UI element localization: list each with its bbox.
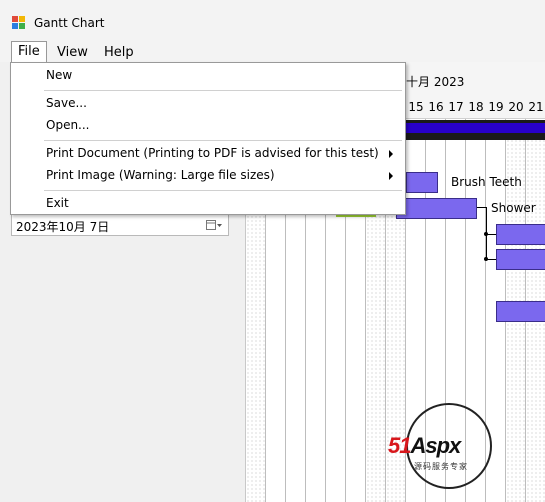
- file-menu-dropdown: New Save... Open... Print Document (Prin…: [10, 62, 406, 215]
- dependency-dot: [484, 232, 488, 236]
- menu-item-print-image[interactable]: Print Image (Warning: Large file sizes): [46, 168, 275, 182]
- menu-bar: File View Help: [0, 40, 545, 63]
- task-bar[interactable]: [496, 249, 545, 270]
- menu-item-new[interactable]: New: [46, 68, 72, 82]
- month-label: 十月 2023: [406, 75, 465, 89]
- menu-icon-gutter: [11, 63, 39, 214]
- day-20: 20: [508, 100, 524, 114]
- menu-item-save[interactable]: Save...: [46, 96, 87, 110]
- menu-item-exit[interactable]: Exit: [46, 196, 69, 210]
- submenu-arrow-icon: [389, 150, 393, 158]
- watermark-subtitle: 源码服务专家: [414, 462, 468, 471]
- day-18: 18: [468, 100, 484, 114]
- title-bar: Gantt Chart: [0, 0, 545, 40]
- day-21: 21: [528, 100, 544, 114]
- task-label-brush-teeth: Brush Teeth: [451, 175, 522, 189]
- day-19: 19: [488, 100, 504, 114]
- task-bar-brush-teeth[interactable]: [406, 172, 438, 193]
- menu-separator: [44, 140, 402, 141]
- date-value: 2023年10月 7日: [16, 220, 110, 234]
- submenu-arrow-icon: [389, 172, 393, 180]
- task-bar[interactable]: [496, 301, 545, 322]
- menu-separator: [44, 90, 402, 91]
- dependency-dot: [484, 257, 488, 261]
- task-label-shower: Shower: [491, 201, 536, 215]
- window-title: Gantt Chart: [34, 16, 105, 30]
- watermark-brand: 51Aspx: [388, 433, 461, 458]
- date-picker[interactable]: 2023年10月 7日: [11, 214, 229, 236]
- calendar-dropdown-icon[interactable]: [206, 219, 222, 233]
- menu-item-print-document[interactable]: Print Document (Printing to PDF is advis…: [46, 146, 379, 160]
- menu-view[interactable]: View: [51, 43, 94, 62]
- day-16: 16: [428, 100, 444, 114]
- day-17: 17: [448, 100, 464, 114]
- task-bar-shower[interactable]: [396, 198, 477, 219]
- watermark-logo: 51Aspx 源码服务专家: [388, 403, 513, 495]
- menu-help[interactable]: Help: [98, 43, 140, 62]
- menu-file[interactable]: File: [11, 41, 47, 63]
- day-15: 15: [408, 100, 424, 114]
- task-bar[interactable]: [496, 224, 545, 245]
- menu-item-open[interactable]: Open...: [46, 118, 90, 132]
- app-icon: [12, 16, 26, 30]
- menu-separator: [44, 190, 402, 191]
